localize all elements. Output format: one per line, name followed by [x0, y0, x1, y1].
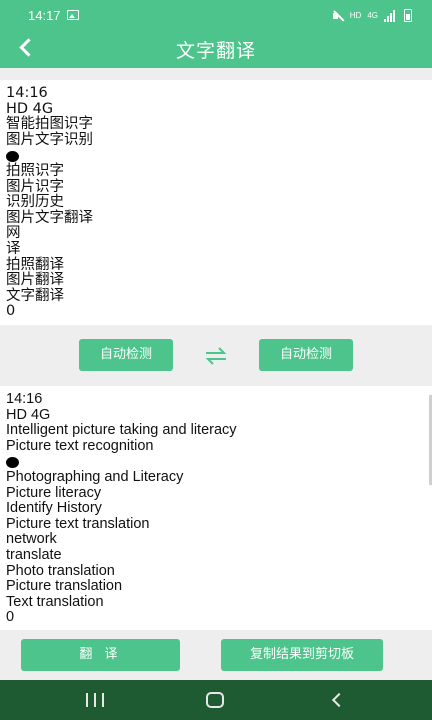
source-language-button[interactable]: 自动检测: [79, 339, 173, 371]
source-text-line: 识别历史: [6, 194, 64, 211]
home-icon[interactable]: [206, 692, 224, 708]
action-bar: 翻 译 复制结果到剪切板: [0, 630, 432, 680]
target-language-button[interactable]: 自动检测: [259, 339, 353, 371]
mute-icon: [332, 10, 344, 22]
app-header: 14:17 HD 4G 文字翻译: [0, 0, 432, 68]
signal-icon: [384, 9, 398, 22]
status-bar: 14:17 HD 4G: [0, 0, 432, 30]
result-text-line: Text translation: [6, 593, 104, 610]
source-text-line: 智能拍图识字: [6, 116, 93, 133]
system-nav-bar: [0, 680, 432, 720]
result-text-line: HD 4G: [6, 406, 51, 423]
image-notification-icon: [67, 10, 79, 20]
recents-icon[interactable]: [86, 693, 104, 707]
result-text-line: Identify History: [6, 500, 102, 517]
result-text-line: network: [6, 531, 57, 548]
nav-back-icon[interactable]: [331, 694, 343, 706]
result-text-line: Intelligent picture taking and literacy: [6, 422, 237, 439]
page-title: 文字翻译: [175, 40, 256, 62]
source-text-line: 译: [6, 240, 21, 257]
source-text-line: 图片文字识别: [6, 131, 93, 148]
result-text-area[interactable]: 14:16 HD 4G Intelligent picture taking and…: [0, 386, 432, 630]
result-text-line: Picture text translation: [6, 515, 150, 532]
status-time: 14:17: [28, 8, 61, 23]
source-text-line: 文字翻译: [6, 287, 64, 304]
result-text-line: Picture literacy: [6, 484, 102, 501]
source-text-line: 图片识字: [6, 178, 64, 195]
result-text-line: 14:16: [6, 391, 43, 407]
translate-button[interactable]: 翻 译: [21, 639, 180, 671]
network-label: HD: [349, 11, 362, 20]
source-text-line: 图片翻译: [6, 272, 64, 289]
source-text-line: 网: [6, 225, 21, 242]
copy-result-button[interactable]: 复制结果到剪切板: [221, 639, 383, 671]
swap-arrows-icon[interactable]: [204, 347, 228, 365]
signal-label: 4G: [367, 11, 378, 20]
result-text-line: translate: [6, 546, 62, 563]
status-indicators: HD 4G: [332, 9, 412, 22]
language-bar: 自动检测 自动检测: [0, 325, 432, 386]
result-text-line: Picture text recognition: [6, 437, 154, 454]
result-text-line: Photographing and Literacy: [6, 468, 184, 485]
bullet-dot-icon: [6, 150, 19, 162]
battery-icon: [404, 9, 412, 22]
source-text-line: HD 4G: [6, 100, 54, 117]
result-text-line: 0: [6, 609, 15, 626]
source-text-line: 0: [6, 303, 16, 320]
bullet-dot-icon: [6, 457, 19, 469]
source-text-area[interactable]: 14:16 HD 4G 智能拍图识字 图片文字识别 拍照识字 图片识字 识别历史 图片文字翻译…: [0, 80, 432, 325]
source-text-line: 拍照翻译: [6, 256, 64, 273]
source-text-line: 拍照识字: [6, 162, 64, 179]
result-text-line: [6, 454, 426, 470]
result-text-line: Picture translation: [6, 578, 123, 595]
source-text-line: [6, 148, 426, 164]
source-text-line: 图片文字翻译: [6, 209, 93, 226]
source-text-line: 14:16: [6, 85, 48, 101]
result-text-line: Photo translation: [6, 562, 115, 579]
